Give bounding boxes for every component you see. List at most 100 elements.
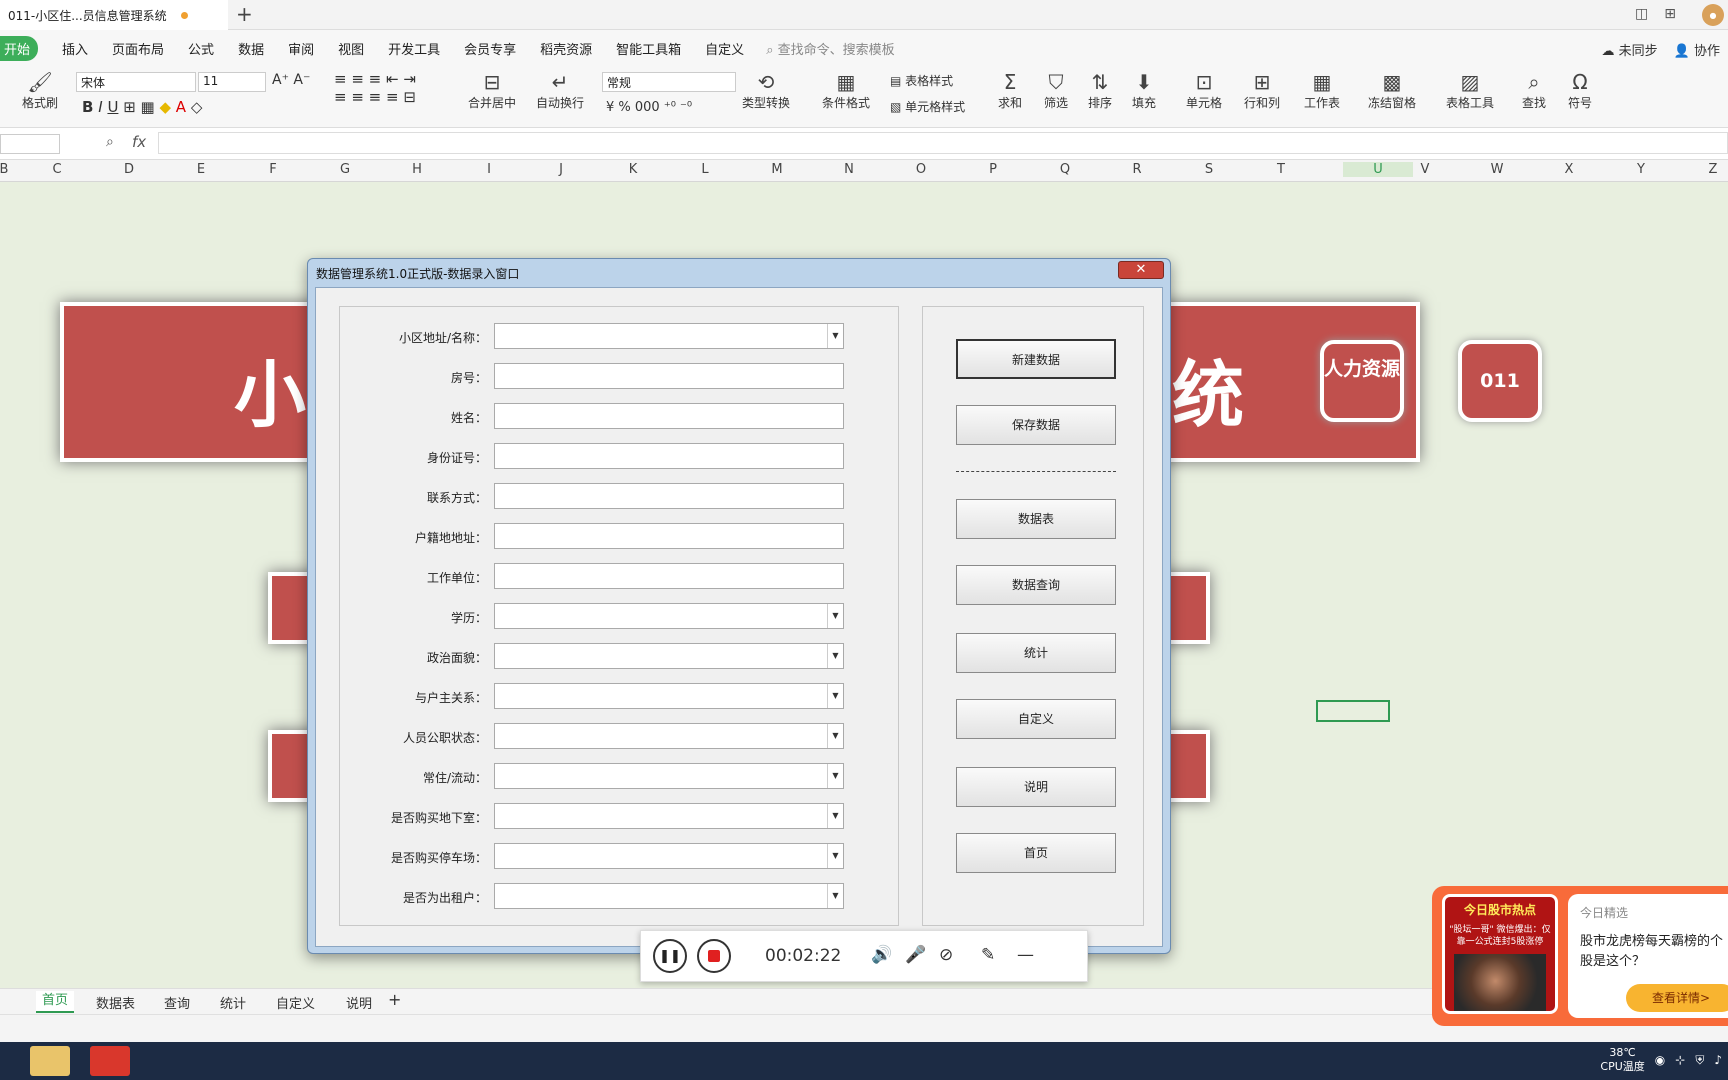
menu-page-layout[interactable]: 页面布局 — [112, 39, 164, 58]
chevron-down-icon[interactable]: ▼ — [827, 604, 843, 628]
col-header[interactable]: V — [1415, 162, 1435, 177]
worksheet-button[interactable]: ▦ 工作表 — [1304, 70, 1340, 111]
wps-icon[interactable] — [90, 1046, 130, 1076]
chevron-down-icon[interactable]: ▼ — [827, 804, 843, 828]
zoom-icon[interactable]: ⌕ — [106, 134, 114, 150]
custom-button[interactable]: 自定义 — [956, 699, 1116, 739]
new-tab-button[interactable]: + — [236, 2, 253, 26]
selected-cell[interactable] — [1316, 700, 1390, 722]
col-header[interactable]: S — [1199, 162, 1219, 177]
col-header[interactable]: T — [1271, 162, 1291, 177]
type-convert-button[interactable]: ⟲ 类型转换 — [742, 70, 790, 111]
camera-off-icon[interactable]: ⊘ — [939, 945, 953, 965]
menu-review[interactable]: 审阅 — [288, 39, 314, 58]
menu-view[interactable]: 视图 — [338, 39, 364, 58]
dialog-close-button[interactable]: ✕ — [1118, 261, 1164, 279]
sort-button[interactable]: ⇅ 排序 — [1088, 70, 1112, 111]
rowcol-button[interactable]: ⊞ 行和列 — [1244, 70, 1280, 111]
sync-button[interactable]: ☁ 未同步 — [1602, 40, 1658, 59]
residency-select[interactable]: ▼ — [494, 763, 844, 789]
menu-insert[interactable]: 插入 — [62, 39, 88, 58]
find-button[interactable]: ⌕ 查找 — [1522, 70, 1546, 111]
employer-input[interactable] — [494, 563, 844, 589]
chevron-down-icon[interactable]: ▼ — [827, 684, 843, 708]
table-tools-button[interactable]: ▨ 表格工具 — [1446, 70, 1494, 111]
col-header[interactable]: I — [479, 162, 499, 177]
id-number-input[interactable] — [494, 443, 844, 469]
parking-select[interactable]: ▼ — [494, 843, 844, 869]
relation-select[interactable]: ▼ — [494, 683, 844, 709]
cell-style-button[interactable]: ▧ 单元格样式 — [890, 98, 965, 115]
col-header[interactable]: H — [407, 162, 427, 177]
col-header[interactable]: O — [911, 162, 931, 177]
volume-icon[interactable]: ♪ — [1714, 1053, 1722, 1067]
tab-custom[interactable]: 自定义 — [276, 993, 315, 1012]
contact-input[interactable] — [494, 483, 844, 509]
tab-stats[interactable]: 统计 — [220, 993, 246, 1012]
col-header[interactable]: N — [839, 162, 859, 177]
menu-developer[interactable]: 开发工具 — [388, 39, 440, 58]
menu-member[interactable]: 会员专享 — [464, 39, 516, 58]
merge-center-button[interactable]: ⊟ 合并居中 — [468, 70, 516, 111]
layout-icon[interactable]: ◫ — [1635, 6, 1648, 22]
col-header[interactable]: L — [695, 162, 715, 177]
align-buttons[interactable]: ≡ ≡ ≡ ⇤ ⇥ ≡ ≡ ≡ ≡ ⊟ — [334, 70, 416, 106]
cpu-temp[interactable]: 38℃ CPU温度 — [1600, 1046, 1644, 1074]
basement-select[interactable]: ▼ — [494, 803, 844, 829]
col-header-selected[interactable]: U — [1343, 162, 1413, 177]
name-box[interactable] — [0, 134, 60, 154]
official-status-select[interactable]: ▼ — [494, 723, 844, 749]
menu-data[interactable]: 数据 — [238, 39, 264, 58]
menu-custom[interactable]: 自定义 — [705, 39, 744, 58]
data-query-button[interactable]: 数据查询 — [956, 565, 1116, 605]
sum-button[interactable]: Σ 求和 — [998, 70, 1022, 111]
menu-smart-tools[interactable]: 智能工具箱 — [616, 39, 681, 58]
number-buttons[interactable]: ¥ % 000 ⁺⁰ ⁻⁰ — [606, 100, 692, 115]
file-explorer-icon[interactable] — [30, 1046, 70, 1076]
chevron-down-icon[interactable]: ▼ — [827, 884, 843, 908]
wechat-icon[interactable]: ◉ — [1655, 1053, 1665, 1067]
ad-image[interactable]: 今日股市热点 "股坛一哥" 微信爆出：仅靠一公式连封5股涨停 — [1442, 894, 1558, 1014]
col-header[interactable]: D — [119, 162, 139, 177]
tab-home[interactable]: 首页 — [36, 991, 75, 1013]
formula-input[interactable] — [158, 132, 1728, 154]
network-icon[interactable]: ⊹ — [1675, 1053, 1685, 1067]
menu-resources[interactable]: 稻壳资源 — [540, 39, 592, 58]
domicile-input[interactable] — [494, 523, 844, 549]
font-name-select[interactable]: 宋体 — [76, 72, 196, 92]
chevron-down-icon[interactable]: ▼ — [827, 724, 843, 748]
stop-button[interactable] — [697, 939, 731, 973]
col-header[interactable]: F — [263, 162, 283, 177]
cond-format-button[interactable]: ▦ 条件格式 — [822, 70, 870, 111]
new-data-button[interactable]: 新建数据 — [956, 339, 1116, 379]
freeze-button[interactable]: ▩ 冻结窗格 — [1368, 70, 1416, 111]
data-sheet-button[interactable]: 数据表 — [956, 499, 1116, 539]
col-header[interactable]: E — [191, 162, 211, 177]
col-header[interactable]: X — [1559, 162, 1579, 177]
microphone-icon[interactable]: 🎤 — [905, 945, 926, 965]
minimize-icon[interactable]: — — [1017, 945, 1034, 965]
col-header[interactable]: K — [623, 162, 643, 177]
command-search[interactable]: ⌕ 查找命令、搜索模板 — [766, 39, 894, 58]
number-format-select[interactable]: 常规 — [602, 72, 736, 92]
col-header[interactable]: Z — [1703, 162, 1723, 177]
fill-button[interactable]: ⬇ 填充 — [1132, 70, 1156, 111]
chevron-down-icon[interactable]: ▼ — [827, 644, 843, 668]
font-size-select[interactable]: 11 — [198, 72, 266, 92]
col-header[interactable]: M — [767, 162, 787, 177]
political-status-select[interactable]: ▼ — [494, 643, 844, 669]
tab-datasheet[interactable]: 数据表 — [96, 993, 135, 1012]
pen-icon[interactable]: ✎ — [981, 945, 995, 965]
font-style-buttons[interactable]: B I U ⊞ ▦ ◆ A ◇ — [82, 98, 202, 116]
col-header[interactable]: P — [983, 162, 1003, 177]
speaker-icon[interactable]: 🔊 — [871, 945, 892, 965]
auto-wrap-button[interactable]: ↵ 自动换行 — [536, 70, 584, 111]
room-number-input[interactable] — [494, 363, 844, 389]
education-select[interactable]: ▼ — [494, 603, 844, 629]
home-button[interactable]: 首页 — [956, 833, 1116, 873]
document-tab[interactable]: 011-小区住...员信息管理系统 — [0, 0, 228, 30]
col-header[interactable]: W — [1487, 162, 1507, 177]
font-size-buttons[interactable]: A⁺ A⁻ — [272, 72, 310, 88]
statistics-button[interactable]: 统计 — [956, 633, 1116, 673]
community-select[interactable]: ▼ — [494, 323, 844, 349]
